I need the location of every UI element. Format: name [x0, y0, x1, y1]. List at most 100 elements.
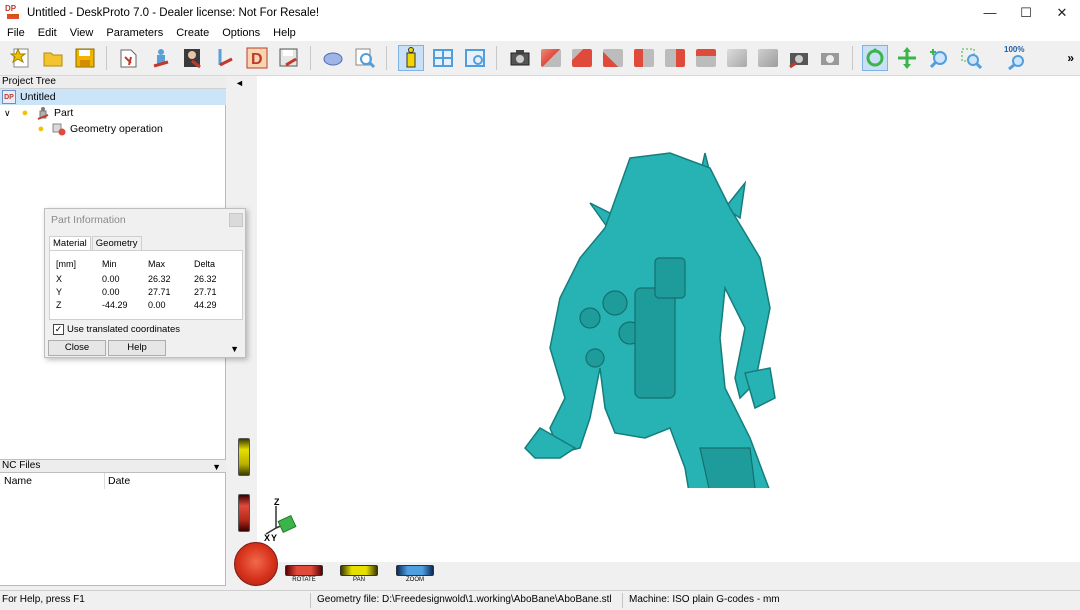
rotate-slider[interactable] — [238, 494, 250, 532]
view-right-button[interactable] — [662, 45, 688, 71]
maximize-button[interactable]: ☐ — [1008, 0, 1044, 25]
menu-view[interactable]: View — [63, 25, 100, 41]
rotate-control[interactable] — [285, 565, 323, 576]
save-nc-icon — [279, 48, 298, 67]
load-geometry-button[interactable] — [116, 45, 142, 71]
view-options-button[interactable] — [462, 45, 488, 71]
tab-material[interactable]: Material — [49, 236, 91, 251]
deskproto-data-button[interactable]: D — [244, 45, 270, 71]
axis-x-label: X — [264, 533, 271, 543]
title-bar: DP Untitled - DeskProto 7.0 - Dealer lic… — [0, 0, 1080, 25]
cut-preview-button[interactable] — [320, 45, 346, 71]
table-cell: 0.00 — [148, 300, 166, 310]
view-left-button[interactable] — [631, 45, 657, 71]
pan-arrows-icon — [898, 47, 916, 69]
previous-view-button[interactable] — [786, 45, 812, 71]
zoom-control[interactable] — [396, 565, 434, 576]
dialog-close-icon[interactable] — [229, 213, 243, 227]
table-header: Min — [102, 259, 117, 269]
camera-back-icon — [789, 53, 808, 69]
lightbulb-icon[interactable]: ● — [18, 106, 32, 120]
project-icon: DP — [2, 90, 16, 104]
rotate-mode-button[interactable] — [862, 45, 888, 71]
zoom-window-button[interactable] — [958, 45, 984, 71]
help-button[interactable]: Help — [108, 340, 166, 356]
menu-create[interactable]: Create — [169, 25, 215, 41]
view-layout-button[interactable] — [430, 45, 456, 71]
menu-edit[interactable]: Edit — [31, 25, 63, 41]
part-icon — [36, 106, 50, 120]
view-iso-button[interactable] — [538, 45, 564, 71]
translated-coords-checkbox-row[interactable]: ✓ Use translated coordinates — [53, 324, 180, 335]
zoom-window-icon — [961, 48, 982, 69]
close-window-button[interactable]: ✕ — [1044, 0, 1080, 25]
geometry-operation-icon — [52, 122, 66, 136]
add-bitmap-button[interactable] — [180, 45, 206, 71]
close-button[interactable]: Close — [48, 340, 106, 356]
minimize-button[interactable]: — — [972, 0, 1008, 25]
rotate-dial[interactable] — [234, 542, 278, 586]
menu-help[interactable]: Help — [266, 25, 302, 41]
save-nc-button[interactable] — [276, 45, 302, 71]
nc-files-title: NC Files — [2, 460, 41, 471]
camera-view-button[interactable] — [507, 45, 533, 71]
expand-chevron-icon[interactable]: ∨ — [4, 108, 18, 119]
preview-icon — [323, 52, 343, 66]
view-front-button[interactable] — [569, 45, 595, 71]
tree-item-geometry-operation[interactable]: ● Geometry operation — [34, 121, 163, 137]
nc-files-header: NC Files ▼ — [0, 459, 226, 473]
view-gray-button[interactable] — [755, 45, 781, 71]
view-cube-icon — [634, 49, 654, 67]
nc-files-list[interactable]: Name Date — [0, 473, 226, 586]
status-machine: Machine: ISO plain G-codes - mm — [629, 594, 780, 605]
translated-coords-checkbox[interactable]: ✓ — [53, 324, 64, 335]
view-cube-icon — [572, 49, 592, 67]
view-cube-icon — [727, 49, 747, 67]
table-header: Delta — [194, 259, 216, 269]
dialog-expand-icon[interactable]: ▼ — [230, 344, 239, 354]
pan-mode-button[interactable] — [894, 45, 920, 71]
status-geometry-file: Geometry file: D:\Freedesignwold\1.worki… — [317, 594, 612, 605]
pan-label: PAN — [353, 577, 365, 583]
table-cell: X — [56, 274, 63, 284]
nc-column-date[interactable]: Date — [108, 475, 130, 487]
view-back-button[interactable] — [600, 45, 626, 71]
part-figure-icon — [153, 49, 169, 68]
menu-file[interactable]: File — [0, 25, 31, 41]
menu-options[interactable]: Options — [215, 25, 266, 41]
3d-model[interactable] — [520, 148, 800, 488]
tree-item-project[interactable]: DP Untitled — [0, 89, 226, 105]
next-view-button[interactable] — [817, 45, 843, 71]
add-vector-button[interactable] — [212, 45, 238, 71]
tree-item-part[interactable]: ∨ ● Part — [4, 105, 73, 121]
part-info-button[interactable] — [398, 45, 424, 71]
svg-text:D: D — [251, 51, 263, 68]
nc-column-name[interactable]: Name — [4, 475, 32, 487]
vector-icon — [218, 49, 233, 67]
table-cell: -44.29 — [102, 300, 128, 310]
table-header: [mm] — [56, 259, 76, 269]
3d-viewport[interactable]: ◄ Z X Y ROTATE PAN ZOOM — [230, 76, 1080, 590]
add-part-button[interactable] — [148, 45, 174, 71]
pan-control[interactable] — [340, 565, 378, 576]
view-top-button[interactable] — [693, 45, 719, 71]
save-project-button[interactable] — [72, 45, 98, 71]
open-project-button[interactable] — [40, 45, 66, 71]
toolbar-overflow-button[interactable]: » — [1067, 51, 1074, 65]
zoom-mode-button[interactable] — [926, 45, 952, 71]
deskproto-window: DP Untitled - DeskProto 7.0 - Dealer lic… — [0, 0, 1080, 610]
view-bottom-button[interactable] — [724, 45, 750, 71]
new-project-button[interactable] — [8, 45, 34, 71]
tab-geometry[interactable]: Geometry — [91, 236, 142, 251]
table-cell: 26.32 — [194, 274, 217, 284]
pan-slider[interactable] — [238, 438, 250, 476]
collapse-panel-button[interactable]: ◄ — [235, 78, 244, 88]
simulation-button[interactable] — [352, 45, 378, 71]
main-toolbar: D 100% » — [0, 41, 1080, 76]
table-cell: 0.00 — [102, 287, 120, 297]
menu-parameters[interactable]: Parameters — [99, 25, 169, 41]
nc-files-dropdown-icon[interactable]: ▼ — [212, 461, 221, 473]
lightbulb-icon[interactable]: ● — [34, 122, 48, 136]
magnifier-icon — [355, 48, 376, 69]
zoom-100-button[interactable]: 100% — [1004, 45, 1030, 71]
